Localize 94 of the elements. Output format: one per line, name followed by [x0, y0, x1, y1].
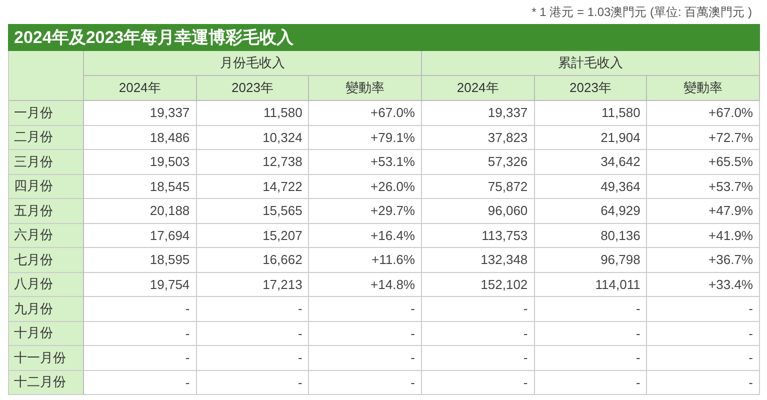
month-cell: 十月份	[9, 322, 84, 346]
table-cell: -	[309, 322, 422, 346]
table-cell: 14,722	[196, 174, 310, 199]
month-cell: 九月份	[9, 297, 84, 322]
table-cell: 18,595	[84, 248, 197, 272]
table-cell: -	[196, 322, 310, 346]
table-cell: 96,798	[534, 248, 648, 272]
table-cell: +53.1%	[309, 150, 422, 174]
column-group-header: 月份毛收入	[84, 51, 422, 76]
table-cell: +33.4%	[647, 272, 760, 297]
table-cell: -	[422, 297, 535, 322]
table-cell: -	[647, 346, 760, 370]
month-cell: 七月份	[9, 248, 84, 272]
table-cell: -	[196, 346, 310, 370]
table-cell: -	[534, 346, 648, 370]
table-cell: -	[309, 370, 422, 395]
table-cell: -	[422, 346, 535, 370]
table-cell: 113,753	[422, 224, 535, 248]
table-cell: 19,337	[422, 101, 535, 126]
table-cell: 152,102	[422, 272, 535, 297]
table-cell: +53.7%	[647, 174, 760, 199]
table-cell: +14.8%	[309, 272, 422, 297]
month-cell: 二月份	[9, 126, 84, 150]
table-cell: 20,188	[84, 199, 197, 224]
table-cell: 18,486	[84, 126, 197, 150]
table-cell: -	[647, 370, 760, 395]
table-cell: 19,503	[84, 150, 197, 174]
table-cell: -	[309, 297, 422, 322]
table-cell: +26.0%	[309, 174, 422, 199]
column-header: 變動率	[647, 76, 760, 101]
table-cell: 17,213	[196, 272, 310, 297]
month-cell: 一月份	[9, 101, 84, 126]
table-cell: -	[534, 297, 648, 322]
table-cell: 34,642	[534, 150, 648, 174]
month-cell: 十二月份	[9, 370, 84, 395]
column-header: 2024年	[422, 76, 535, 101]
column-header: 2024年	[84, 76, 197, 101]
table-cell: -	[84, 370, 197, 395]
table-cell: 114,011	[534, 272, 648, 297]
table-cell: -	[422, 322, 535, 346]
table-cell: 49,364	[534, 174, 648, 199]
table-cell: -	[196, 297, 310, 322]
column-group-header: 累計毛收入	[422, 51, 760, 76]
table-cell: 19,754	[84, 272, 197, 297]
table-cell: +79.1%	[309, 126, 422, 150]
table-cell: 132,348	[422, 248, 535, 272]
table-cell: +36.7%	[647, 248, 760, 272]
table-cell: +65.5%	[647, 150, 760, 174]
table-cell: 19,337	[84, 101, 197, 126]
table-cell: +72.7%	[647, 126, 760, 150]
table-cell: 96,060	[422, 199, 535, 224]
table-cell: 75,872	[422, 174, 535, 199]
table-cell: 64,929	[534, 199, 648, 224]
table-cell: 11,580	[196, 101, 310, 126]
table-cell: 10,324	[196, 126, 310, 150]
table-cell: 17,694	[84, 224, 197, 248]
month-cell: 三月份	[9, 150, 84, 174]
table-cell: +11.6%	[309, 248, 422, 272]
table-cell: -	[647, 297, 760, 322]
table-cell: -	[84, 297, 197, 322]
table-cell: 21,904	[534, 126, 648, 150]
table-cell: -	[647, 322, 760, 346]
column-header: 2023年	[534, 76, 648, 101]
table-cell: 57,326	[422, 150, 535, 174]
month-cell: 六月份	[9, 224, 84, 248]
table-title: 2024年及2023年每月幸運博彩毛收入	[8, 24, 760, 51]
month-cell: 八月份	[9, 272, 84, 297]
table-cell: +16.4%	[309, 224, 422, 248]
table-cell: -	[196, 370, 310, 395]
table-cell: -	[534, 370, 648, 395]
table-cell: -	[309, 346, 422, 370]
table-cell: 11,580	[534, 101, 648, 126]
table-cell: -	[534, 322, 648, 346]
column-header: 變動率	[309, 76, 422, 101]
month-cell: 五月份	[9, 199, 84, 224]
table-cell: +67.0%	[309, 101, 422, 126]
table-cell: +29.7%	[309, 199, 422, 224]
table-cell: 15,207	[196, 224, 310, 248]
column-header: 2023年	[196, 76, 310, 101]
table-cell: 37,823	[422, 126, 535, 150]
table-cell: 16,662	[196, 248, 310, 272]
table-cell: 80,136	[534, 224, 648, 248]
table-cell: 15,565	[196, 199, 310, 224]
table-cell: 12,738	[196, 150, 310, 174]
table-cell: -	[84, 346, 197, 370]
table-cell: -	[422, 370, 535, 395]
table-cell: +47.9%	[647, 199, 760, 224]
month-cell: 十一月份	[9, 346, 84, 370]
table-cell: -	[84, 322, 197, 346]
month-cell: 四月份	[9, 174, 84, 199]
unit-note: * 1 港元 = 1.03澳門元 (單位: 百萬澳門元 )	[530, 4, 753, 21]
table-cell: +67.0%	[647, 101, 760, 126]
table-cell: 18,545	[84, 174, 197, 199]
table-cell: +41.9%	[647, 224, 760, 248]
